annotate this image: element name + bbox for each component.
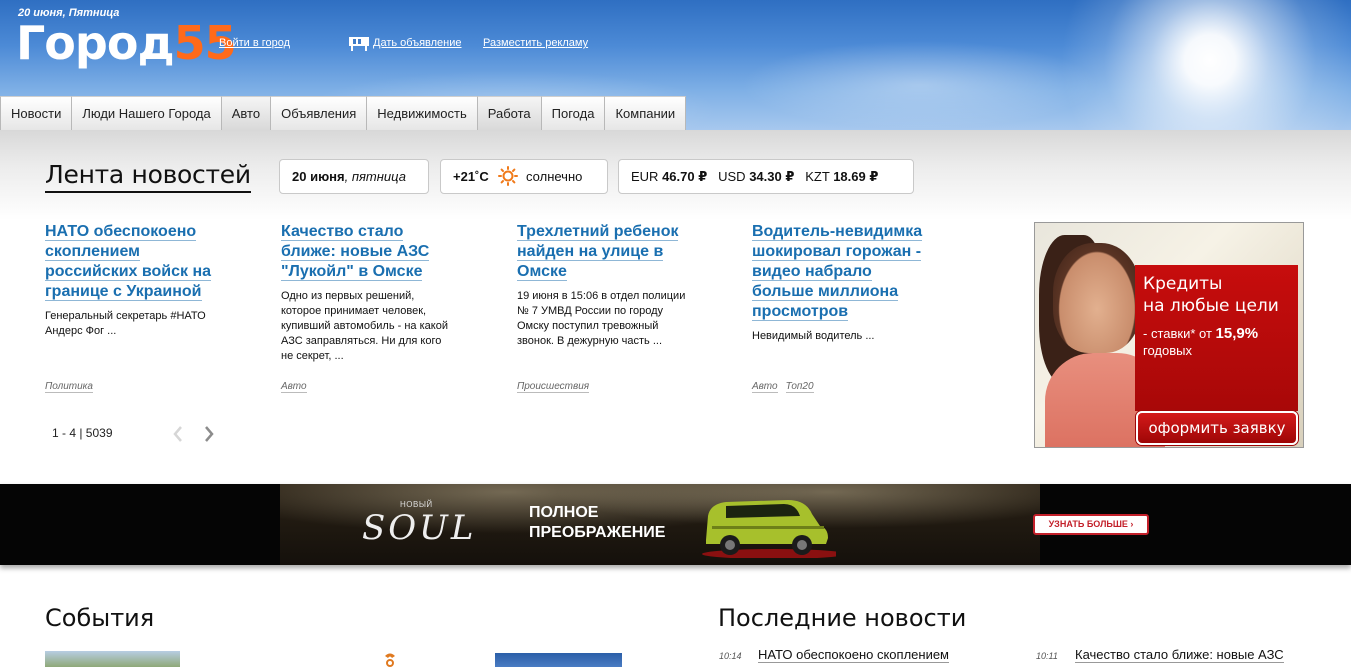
- tag-link[interactable]: Происшествия: [517, 381, 590, 393]
- tag-link[interactable]: Политика: [45, 381, 93, 393]
- news-card-title[interactable]: Водитель-невидимка шокировал горожан - в…: [752, 222, 927, 322]
- events-title: События: [45, 604, 155, 632]
- rate-kzt-code: KZT: [805, 169, 830, 184]
- news-card: Качество стало ближе: новые АЗС "Лукойл"…: [281, 222, 456, 364]
- news-time: 10:14: [719, 651, 742, 661]
- apply-button[interactable]: оформить заявку: [1136, 411, 1298, 445]
- site-header: 20 июня, Пятница Город55 Войти в город Д…: [0, 0, 1351, 130]
- feed-pager: 1 - 4 | 5039: [52, 426, 113, 440]
- news-card-title[interactable]: Трехлетний ребенок найден на улице в Омс…: [517, 222, 692, 282]
- nav-classifieds[interactable]: Объявления: [271, 96, 368, 130]
- ad-board-icon: [349, 37, 369, 51]
- date-widget: 20 июня, пятница: [279, 159, 429, 194]
- news-card-tags: Политика: [45, 381, 101, 393]
- rate-usd-code: USD: [718, 169, 746, 184]
- nav-news[interactable]: Новости: [0, 96, 73, 130]
- ad-offer-panel: Кредиты на любые цели - ставки* от 15,9%…: [1135, 265, 1298, 411]
- weather-condition: солнечно: [526, 169, 583, 184]
- latest-news-link[interactable]: Качество стало ближе: новые АЗС: [1075, 647, 1284, 663]
- next-arrow-icon[interactable]: [202, 424, 216, 444]
- prev-arrow-icon[interactable]: [171, 424, 185, 444]
- nav-realty[interactable]: Недвижимость: [367, 96, 478, 130]
- feed-title: Лента новостей: [45, 160, 251, 193]
- sun-icon: [498, 166, 519, 186]
- news-card-title[interactable]: Качество стало ближе: новые АЗС "Лукойл"…: [281, 222, 456, 282]
- latest-news-link[interactable]: НАТО обеспокоено скоплением: [758, 647, 949, 663]
- nav-auto[interactable]: Авто: [221, 96, 272, 130]
- tag-link[interactable]: Топ20: [785, 381, 814, 393]
- news-card-summary: Невидимый водитель ...: [752, 330, 875, 342]
- ad-photo: [1053, 243, 1141, 353]
- cloud-decoration: [740, 40, 1100, 130]
- tag-link[interactable]: Авто: [281, 381, 307, 393]
- nav-people[interactable]: Люди Нашего Города: [72, 96, 222, 130]
- weather-widget[interactable]: +21˚C солнечно: [440, 159, 608, 194]
- site-logo[interactable]: Город55: [16, 16, 237, 70]
- advertise-link[interactable]: Разместить рекламу: [483, 37, 588, 49]
- news-card-tags: Авто: [281, 381, 315, 393]
- tag-link[interactable]: Авто: [752, 381, 778, 393]
- event-thumbnail[interactable]: [45, 651, 180, 667]
- news-card: Водитель-невидимка шокировал горожан - в…: [752, 222, 927, 344]
- news-card-tags: Происшествия: [517, 381, 597, 393]
- news-card: НАТО обеспокоено скоплением российских в…: [45, 222, 220, 339]
- news-card-summary: Генеральный секретарь #НАТО Андерс Фог .…: [45, 310, 206, 337]
- ad-rate: 15,9%: [1215, 325, 1259, 342]
- event-thumbnail[interactable]: [495, 653, 622, 667]
- post-ad-link[interactable]: Дать объявление: [373, 37, 462, 49]
- event-logo-icon[interactable]: [383, 652, 397, 667]
- rate-usd-value: 34.30 ₽: [749, 169, 795, 184]
- nav-weather[interactable]: Погода: [541, 96, 606, 130]
- news-card-title[interactable]: НАТО обеспокоено скоплением российских в…: [45, 222, 220, 302]
- learn-more-button[interactable]: УЗНАТЬ БОЛЬШЕ ›: [1033, 514, 1149, 535]
- logo-text: Город: [16, 16, 175, 70]
- news-card-summary: 19 июня в 15:06 в отдел полиции № 7 УМВД…: [517, 290, 686, 347]
- currency-widget: EUR 46.70 ₽ USD 34.30 ₽ KZT 18.69 ₽: [618, 159, 914, 194]
- temperature: +21˚C: [453, 169, 489, 184]
- banner-headline: ПОЛНОЕ ПРЕОБРАЖЕНИЕ: [529, 504, 666, 541]
- main-nav: Новости Люди Нашего Города Авто Объявлен…: [0, 96, 687, 130]
- ad-rate-text: - ставки* от 15,9% годовых: [1143, 325, 1259, 358]
- date-day: 20 июня: [292, 169, 345, 184]
- nav-companies[interactable]: Компании: [605, 96, 687, 130]
- news-time: 10:11: [1036, 651, 1058, 661]
- news-card: Трехлетний ребенок найден на улице в Омс…: [517, 222, 692, 349]
- nav-jobs[interactable]: Работа: [477, 96, 542, 130]
- bank-credit-ad[interactable]: Кредиты на любые цели - ставки* от 15,9%…: [1034, 222, 1304, 448]
- date-weekday: , пятница: [344, 169, 406, 184]
- sun-glare: [1060, 0, 1351, 130]
- ad-line2: на любые цели: [1143, 296, 1279, 316]
- news-card-tags: Авто Топ20: [752, 381, 822, 393]
- latest-news-title: Последние новости: [718, 604, 967, 632]
- ad-line1: Кредиты: [1143, 274, 1223, 294]
- car-icon: [702, 500, 836, 558]
- login-link[interactable]: Войти в город: [219, 37, 290, 49]
- banner-model-logo: SOUL: [362, 508, 477, 548]
- news-card-summary: Одно из первых решений, которое принимае…: [281, 290, 448, 362]
- rate-eur-code: EUR: [631, 169, 659, 184]
- rate-kzt-value: 18.69 ₽: [833, 169, 879, 184]
- rate-eur-value: 46.70 ₽: [662, 169, 708, 184]
